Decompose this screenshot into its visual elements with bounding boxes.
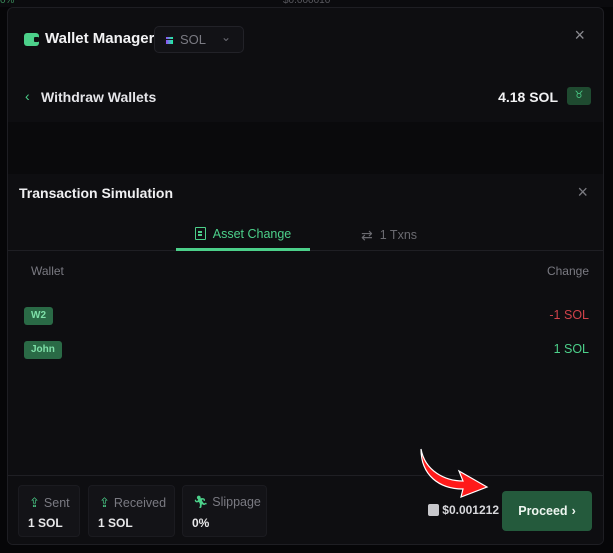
- solana-icon: [163, 34, 175, 46]
- change-value: 1 SOL: [553, 342, 589, 356]
- wallet-manager-modal: Wallet Manager SOL ⌄ × ‹ Withdraw Wallet…: [7, 7, 604, 545]
- stat-value: 1 SOL: [28, 516, 63, 530]
- background-fragment: $0.000010: [283, 0, 331, 6]
- stat-value: 1 SOL: [98, 516, 133, 530]
- simulation-title: Transaction Simulation: [19, 185, 174, 201]
- gas-pump-icon: [428, 504, 440, 516]
- change-value: -1 SOL: [549, 308, 589, 322]
- upload-icon: ⇪: [99, 495, 110, 510]
- chevron-down-icon: ⌄: [221, 30, 232, 44]
- tab-label: 1 Txns: [379, 228, 418, 242]
- proceed-label: Proceed: [518, 504, 568, 518]
- tab-asset-change[interactable]: Asset Change: [176, 219, 310, 251]
- withdraw-wallets-title[interactable]: Withdraw Wallets: [41, 89, 156, 105]
- upload-icon: ⇪: [29, 495, 40, 510]
- balance: 4.18 SOL: [498, 89, 558, 105]
- stat-label: Sent: [43, 496, 70, 510]
- swap-icon: ⇄: [361, 226, 373, 243]
- background-fragment: 0%: [0, 0, 15, 6]
- wallet-icon: [24, 33, 39, 46]
- background-strip: 0% $0.000010: [0, 0, 613, 7]
- stat-sent: ⇪ Sent 1 SOL: [18, 485, 80, 537]
- modal-footer: ⇪ Sent 1 SOL ⇪ Received 1 SOL 🏃︎ Slippage 0…: [8, 475, 603, 544]
- table-row: W2 -1 SOL: [8, 307, 603, 333]
- simulation-tabs: Asset Change ⇄ 1 Txns: [8, 219, 603, 251]
- tab-txns[interactable]: ⇄ 1 Txns: [361, 219, 417, 251]
- stat-value: 0%: [192, 516, 210, 530]
- slippage-icon: 🏃︎: [193, 495, 209, 509]
- token-select-value: SOL: [180, 32, 207, 47]
- stat-received: ⇪ Received 1 SOL: [88, 485, 175, 537]
- tab-label: Asset Change: [212, 226, 292, 241]
- stat-label: Received: [113, 496, 167, 510]
- wallet-tag: W2: [24, 307, 53, 325]
- stat-label: Slippage: [212, 495, 261, 509]
- receipt-icon: [194, 227, 206, 240]
- stat-slippage[interactable]: 🏃︎ Slippage 0%: [182, 485, 267, 537]
- chevron-right-icon: ›: [571, 504, 576, 518]
- close-icon[interactable]: ×: [577, 182, 588, 203]
- fee-value: $0.001212: [442, 503, 499, 517]
- proceed-button[interactable]: Proceed ›: [502, 491, 592, 531]
- network-fee: $0.001212: [428, 503, 499, 517]
- column-header-wallet: Wallet: [31, 264, 64, 278]
- wallet-tag: John: [24, 341, 62, 359]
- close-icon[interactable]: ×: [574, 25, 585, 46]
- table-row: John 1 SOL: [8, 341, 603, 367]
- modal-header: Wallet Manager SOL ⌄ ×: [8, 8, 603, 70]
- sub-header: ‹ Withdraw Wallets 4.18 SOL ♉: [8, 70, 603, 122]
- modal-title: Wallet Manager: [45, 30, 155, 47]
- bull-icon[interactable]: ♉: [567, 87, 591, 105]
- column-header-change: Change: [546, 264, 589, 278]
- token-select[interactable]: SOL ⌄: [154, 26, 244, 53]
- chevron-left-icon[interactable]: ‹: [25, 88, 30, 104]
- divider-band: [8, 122, 603, 174]
